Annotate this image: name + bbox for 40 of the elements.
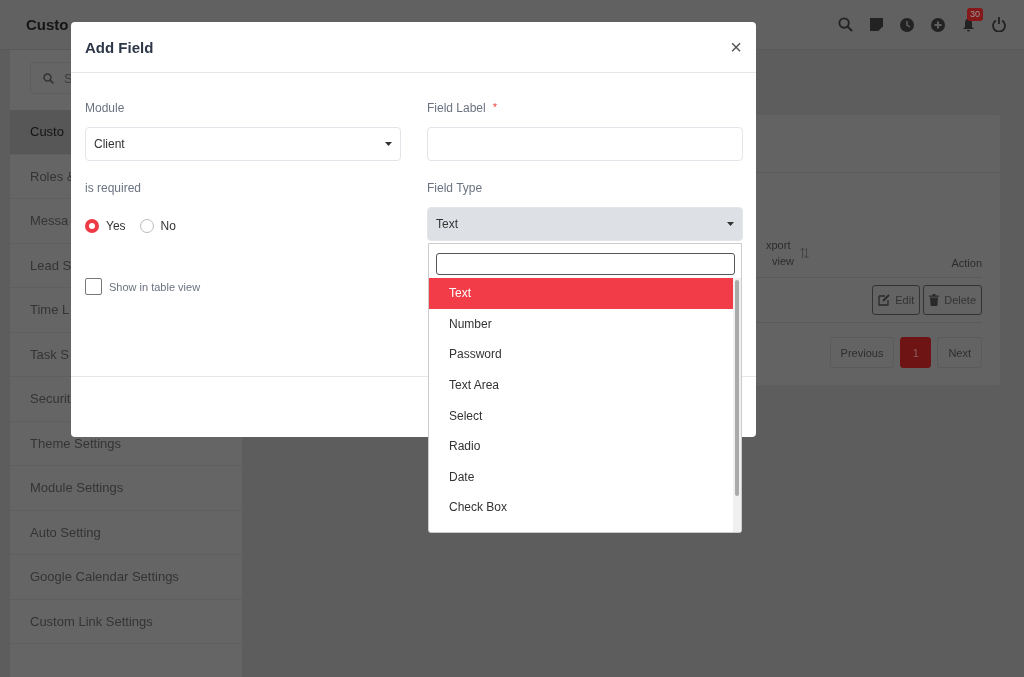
dropdown-option[interactable]: Text	[429, 278, 733, 309]
dropdown-option[interactable]: Check Box	[429, 492, 733, 523]
edit-icon	[878, 294, 891, 306]
dropdown-option[interactable]: Text Area	[429, 369, 733, 401]
close-button[interactable]: ×	[730, 37, 742, 57]
field-label: Field Label	[427, 101, 486, 115]
search-icon	[43, 72, 54, 84]
search-icon[interactable]	[838, 17, 853, 32]
page-title: Custo	[26, 16, 69, 33]
field-label: Field Type	[427, 181, 484, 195]
dropdown-option[interactable]: Password	[429, 339, 733, 370]
dropdown-option[interactable]: Radio	[429, 430, 733, 462]
caret-icon	[385, 142, 392, 146]
plus-icon[interactable]	[931, 17, 945, 32]
note-icon[interactable]	[870, 18, 883, 31]
radio-label: No	[160, 219, 176, 233]
dropdown-option[interactable]: Date	[429, 461, 733, 493]
trash-icon	[929, 294, 940, 306]
dropdown-option[interactable]: Select	[429, 400, 733, 431]
bell-icon[interactable]	[962, 17, 975, 32]
caret-icon	[727, 222, 734, 226]
notification-badge: 30	[967, 7, 983, 21]
field-label: is required	[85, 181, 143, 195]
radio-button[interactable]	[85, 219, 99, 233]
dropdown-search-field[interactable]	[436, 253, 735, 275]
required-mark: *	[492, 101, 497, 115]
dialog-title: Add Field	[85, 38, 154, 56]
module-select[interactable]: Client	[85, 127, 401, 161]
clock-icon[interactable]	[900, 17, 914, 32]
field-label-input[interactable]	[427, 127, 743, 161]
radio-label: Yes	[106, 219, 126, 233]
dropdown-option[interactable]: Number	[429, 308, 733, 340]
checkbox-label: Show in table view	[109, 280, 201, 293]
power-icon[interactable]	[992, 17, 1006, 32]
field-label: Module	[85, 101, 126, 115]
field-type-select[interactable]: Text	[427, 207, 743, 241]
page-button[interactable]: 1	[900, 337, 932, 368]
checkbox[interactable]	[85, 278, 102, 295]
scrollbar[interactable]	[733, 278, 741, 532]
sort-icon[interactable]	[800, 248, 809, 258]
